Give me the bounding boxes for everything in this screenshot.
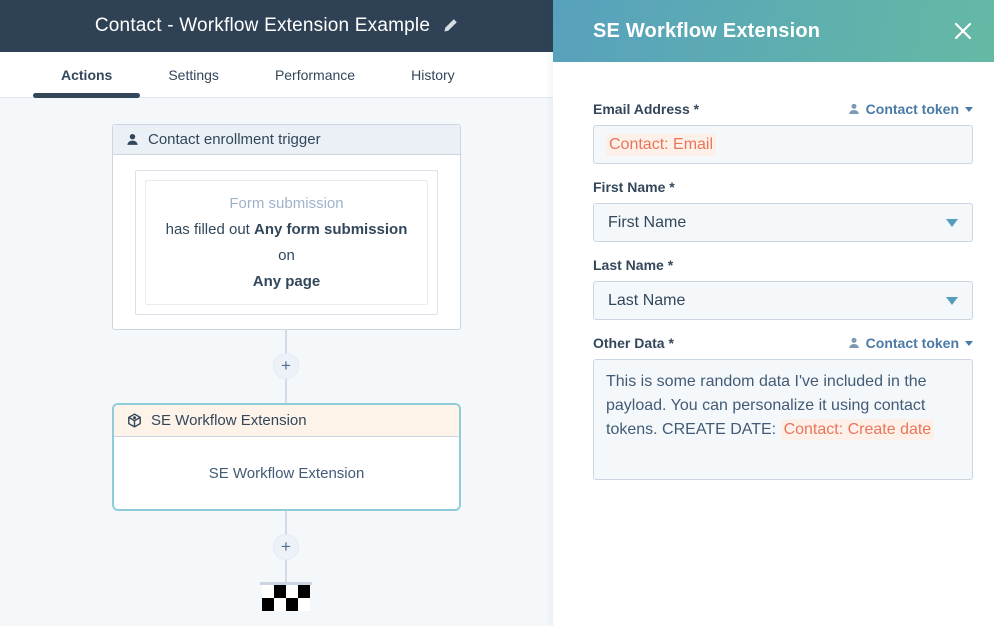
first-name-label: First Name *: [593, 179, 675, 195]
field-last-name: Last Name * Last Name: [593, 256, 973, 320]
workflow-title-bar: Contact - Workflow Extension Example: [0, 0, 553, 52]
field-other-data: Other Data * Contact token This is some …: [593, 334, 973, 480]
other-data-token-value: Contact: Create date: [781, 419, 935, 440]
chevron-down-icon: [946, 297, 958, 305]
email-address-input[interactable]: Contact: Email: [593, 125, 973, 164]
tab-actions[interactable]: Actions: [33, 52, 140, 97]
action-settings-panel: SE Workflow Extension Email Address * Co…: [553, 0, 994, 626]
panel-header: SE Workflow Extension: [553, 0, 994, 62]
criteria-line1: has filled out Any form submission on: [158, 217, 415, 269]
add-action-button[interactable]: +: [273, 353, 299, 379]
trigger-card-header: Contact enrollment trigger: [113, 125, 460, 155]
field-email-address: Email Address * Contact token Contact: E…: [593, 100, 973, 164]
action-card-header: SE Workflow Extension: [114, 405, 459, 437]
action-card-body: SE Workflow Extension: [114, 437, 459, 509]
contact-person-icon: [126, 133, 139, 146]
email-token-value: Contact: Email: [606, 134, 716, 156]
criteria-line2: Any page: [158, 269, 415, 295]
last-name-label: Last Name *: [593, 257, 673, 273]
extension-cube-icon: [127, 413, 142, 428]
contact-person-icon: [848, 337, 860, 349]
workflow-canvas: Contact enrollment trigger Form submissi…: [0, 98, 553, 626]
trigger-criteria-box: Form submission has filled out Any form …: [135, 170, 438, 315]
contact-person-icon: [848, 103, 860, 115]
enrollment-trigger-card[interactable]: Contact enrollment trigger Form submissi…: [112, 124, 461, 330]
email-address-label: Email Address *: [593, 101, 699, 117]
workspace: Contact - Workflow Extension Example Act…: [0, 0, 553, 626]
first-name-select[interactable]: First Name: [593, 203, 973, 242]
last-name-select[interactable]: Last Name: [593, 281, 973, 320]
trigger-card-body: Form submission has filled out Any form …: [113, 155, 460, 330]
email-contact-token-link[interactable]: Contact token: [848, 101, 973, 117]
other-data-contact-token-link[interactable]: Contact token: [848, 335, 973, 351]
trigger-criteria: Form submission has filled out Any form …: [145, 180, 428, 305]
panel-body: Email Address * Contact token Contact: E…: [553, 62, 994, 480]
pencil-icon[interactable]: [442, 18, 458, 34]
action-card-se-workflow-extension[interactable]: SE Workflow Extension SE Workflow Extens…: [112, 403, 461, 511]
field-first-name: First Name * First Name: [593, 178, 973, 242]
workflow-title: Contact - Workflow Extension Example: [95, 15, 430, 37]
close-icon[interactable]: [954, 22, 972, 40]
first-name-select-value: First Name: [608, 214, 686, 232]
other-data-textarea[interactable]: This is some random data I've included i…: [593, 359, 973, 480]
chevron-down-icon: [946, 219, 958, 227]
chevron-down-icon: [965, 341, 973, 346]
workflow-editor: Contact - Workflow Extension Example Act…: [0, 0, 994, 626]
tab-performance[interactable]: Performance: [247, 52, 383, 97]
chevron-down-icon: [965, 107, 973, 112]
tab-settings[interactable]: Settings: [140, 52, 247, 97]
last-name-select-value: Last Name: [608, 292, 685, 310]
other-data-label: Other Data *: [593, 335, 674, 351]
add-action-button[interactable]: +: [273, 534, 299, 560]
workflow-tabs: Actions Settings Performance History: [0, 52, 553, 98]
tab-history[interactable]: History: [383, 52, 483, 97]
panel-title: SE Workflow Extension: [593, 20, 820, 43]
checkered-flag-icon: [262, 585, 310, 611]
criteria-type: Form submission: [158, 191, 415, 217]
